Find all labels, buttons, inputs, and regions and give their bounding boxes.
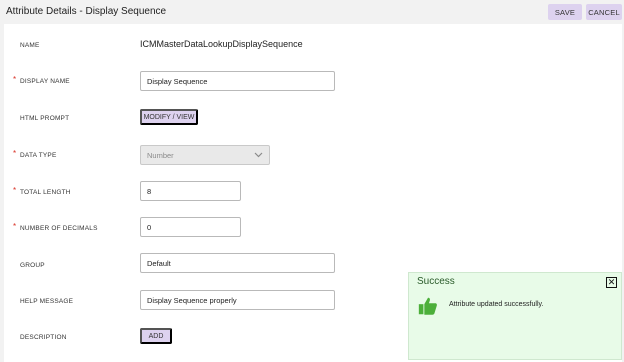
page-header: Attribute Details - Display Sequence SAV… [0, 0, 624, 24]
number-of-decimals-input[interactable]: 0 [140, 217, 241, 237]
modify-view-button[interactable]: MODIFY / VIEW [140, 109, 198, 125]
html-prompt-label: HTML PROMPT [20, 115, 70, 122]
display-name-label: DISPLAY NAME [20, 78, 70, 85]
data-type-label: DATA TYPE [20, 152, 57, 159]
cancel-button[interactable]: CANCEL [586, 4, 622, 20]
display-name-required-marker: * [13, 75, 17, 84]
data-type-select[interactable]: Number [140, 145, 270, 165]
total-length-label: TOTAL LENGTH [20, 189, 71, 196]
number-of-decimals-label: NUMBER OF DECIMALS [20, 225, 98, 232]
number-of-decimals-required-marker: * [13, 222, 17, 231]
name-label: NAME [20, 42, 40, 49]
name-value: ICMMasterDataLookupDisplaySequence [140, 39, 303, 49]
add-description-button[interactable]: ADD [140, 328, 172, 344]
help-message-label: HELP MESSAGE [20, 298, 74, 305]
toast-title: Success [417, 276, 455, 287]
data-type-value: Number [147, 150, 174, 160]
group-input[interactable]: Default [140, 253, 335, 273]
group-label: GROUP [20, 262, 45, 269]
total-length-required-marker: * [13, 186, 17, 195]
chevron-down-icon [254, 152, 263, 158]
success-toast: Success ✕ Attribute updated successfully… [408, 272, 622, 360]
description-label: DESCRIPTION [20, 334, 67, 341]
total-length-input[interactable]: 8 [140, 181, 241, 201]
page-title: Attribute Details - Display Sequence [6, 6, 167, 17]
display-name-input[interactable]: Display Sequence [140, 71, 335, 91]
thumbs-up-icon [418, 297, 437, 315]
help-message-input[interactable]: Display Sequence properly [140, 290, 335, 310]
toast-message: Attribute updated successfully. [449, 301, 544, 308]
save-button[interactable]: SAVE [548, 4, 582, 20]
data-type-required-marker: * [13, 149, 17, 158]
close-icon[interactable]: ✕ [606, 277, 617, 288]
